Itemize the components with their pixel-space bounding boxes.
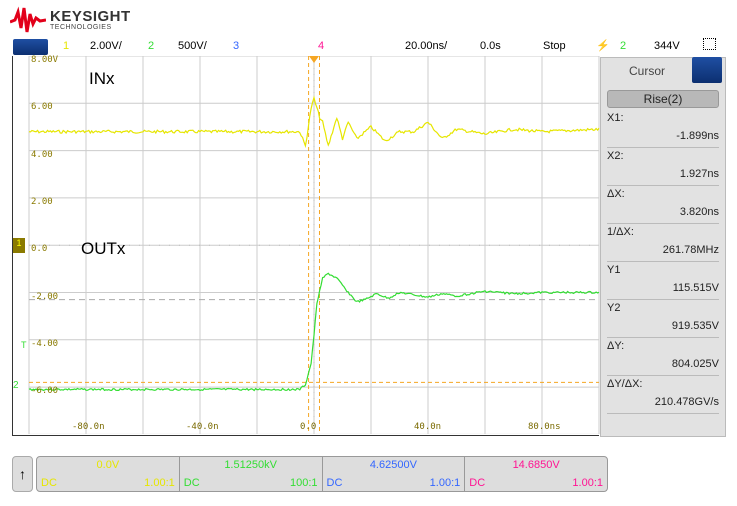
ch1-label[interactable]: 1 [63, 40, 69, 52]
cursor-row: X1: -1.899ns [607, 110, 719, 148]
cursor-value: 115.515V [672, 282, 719, 294]
channel-probe: 1.00:1 [144, 477, 175, 489]
brand-sub: TECHNOLOGIES [50, 24, 112, 31]
channel-offset: 4.62500V [369, 459, 417, 471]
cursor-value: -1.899ns [676, 130, 719, 142]
cursor-key: ΔY: [607, 340, 625, 352]
cursor-key: 1/ΔX: [607, 226, 634, 238]
ch2-scale[interactable]: 500V/ [178, 40, 207, 52]
cursor-key: Y2 [607, 302, 621, 314]
channel-offset: 0.0V [96, 459, 120, 471]
cursor-row: ΔY: 804.025V [607, 338, 719, 376]
y-axis-label: -4.00 [31, 338, 59, 349]
status-bar: 1 2.00V/ 2 500V/ 3 4 20.00ns/ 0.0s Stop … [0, 38, 737, 56]
run-state[interactable]: Stop [543, 40, 566, 52]
x-axis-label: 0.0 [300, 422, 317, 432]
cursor-panel: Cursor Rise(2) X1: -1.899ns X2: 1.927ns ΔX: 3… [600, 57, 726, 437]
cursor-row: Y2 919.535V [607, 300, 719, 338]
x-axis-label: 80.0ns [528, 422, 561, 432]
expand-up-button[interactable]: ↑ [12, 456, 33, 492]
ch1-scale[interactable]: 2.00V/ [90, 40, 122, 52]
waveform-display[interactable]: INx OUTx 8.00V 6.00 4.00 2.00 0.0 -2.00 -4.00 -… [12, 55, 600, 436]
cursor-value: 1.927ns [679, 168, 719, 180]
cursor-value: 261.78MHz [662, 244, 719, 256]
channel-panel: 0.0V DC 1.00:1 1.51250kV DC 100:1 4.62500V DC 1.… [36, 456, 608, 492]
channel-coupling: DC [326, 477, 343, 489]
cursor-mode-button[interactable]: Rise(2) [607, 90, 719, 108]
channel-1-settings[interactable]: 0.0V DC 1.00:1 [37, 457, 180, 491]
ch2-label[interactable]: 2 [148, 40, 154, 52]
panel-menu-button[interactable] [692, 57, 722, 83]
brand-name: KEYSIGHT [50, 8, 131, 25]
ch2-ground-marker[interactable]: 2 [13, 380, 19, 391]
cursor-row: X2: 1.927ns [607, 148, 719, 186]
cursor-value: 210.478GV/s [654, 396, 719, 408]
x-axis-label: -40.0n [186, 422, 219, 432]
x-axis-label: 40.0n [414, 422, 442, 432]
y-axis-label: 6.00 [31, 102, 53, 113]
channel-offset: 14.6850V [512, 459, 560, 471]
trigger-position-icon [309, 56, 319, 63]
channel-2-settings[interactable]: 1.51250kV DC 100:1 [180, 457, 323, 491]
y-axis-label: -6.00 [31, 386, 59, 397]
x-axis-label: -80.0n [72, 422, 105, 432]
channel-probe: 1.00:1 [429, 477, 461, 489]
trigger-level-marker[interactable]: T [21, 340, 27, 350]
channel-offset: 1.51250kV [224, 459, 277, 471]
zoom-select-icon[interactable] [703, 38, 716, 50]
channel-probe: 100:1 [289, 477, 318, 489]
channel-coupling: DC [469, 477, 486, 489]
trace-label-in: INx [89, 69, 115, 88]
y-axis-label: 2.00 [31, 196, 53, 207]
cursor-key: X2: [607, 150, 624, 162]
channel-coupling: DC [41, 477, 57, 489]
trigger-source[interactable]: 2 [620, 40, 626, 52]
cursor-row: ΔY/ΔX: 210.478GV/s [607, 376, 719, 414]
keysight-logo: KEYSIGHT TECHNOLOGIES [10, 6, 131, 34]
cursor-row: 1/ΔX: 261.78MHz [607, 224, 719, 262]
timebase[interactable]: 20.00ns/ [405, 40, 447, 52]
cursor-key: X1: [607, 112, 624, 124]
channel-probe: 1.00:1 [572, 477, 603, 489]
y-axis-label: 0.0 [31, 244, 48, 255]
ch1-ground-marker[interactable]: 1 [13, 238, 25, 253]
cursor-panel-title: Cursor [628, 64, 665, 78]
cursor-value: 919.535V [671, 320, 719, 332]
cursor-value: 804.025V [671, 358, 719, 370]
y-axis-label: -2.00 [31, 291, 59, 302]
y-axis-label: 8.00V [31, 55, 59, 65]
cursor-key: ΔY/ΔX: [607, 378, 643, 390]
trace-label-out: OUTx [81, 239, 126, 258]
trigger-level[interactable]: 344V [654, 40, 680, 52]
cursor-key: Y1 [607, 264, 621, 276]
cursor-row: Y1 115.515V [607, 262, 719, 300]
channel-coupling: DC [183, 477, 200, 489]
channel-4-settings[interactable]: 14.6850V DC 1.00:1 [465, 457, 607, 491]
keysight-wave-icon [10, 6, 46, 33]
ch3-label[interactable]: 3 [233, 40, 239, 52]
trigger-edge-icon: ⚡ [596, 40, 610, 52]
cursor-value: 3.820ns [679, 206, 719, 218]
cursor-key: ΔX: [607, 188, 625, 200]
channel-3-settings[interactable]: 4.62500V DC 1.00:1 [323, 457, 466, 491]
cursor-row: ΔX: 3.820ns [607, 186, 719, 224]
y-axis-label: 4.00 [31, 149, 53, 160]
ch4-label[interactable]: 4 [318, 40, 324, 52]
delay[interactable]: 0.0s [480, 40, 501, 52]
